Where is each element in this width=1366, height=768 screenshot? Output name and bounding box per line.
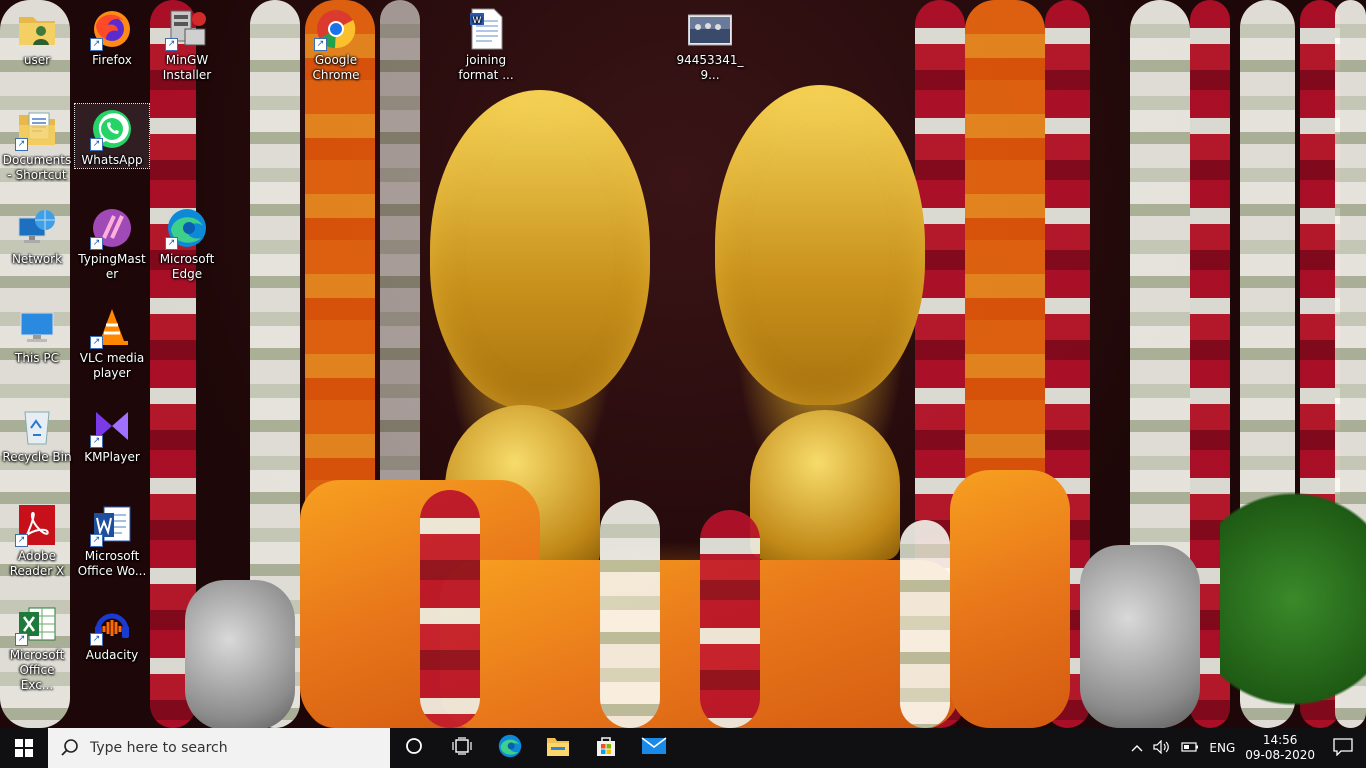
desktop-icon-label: WhatsApp xyxy=(81,153,143,167)
desktop-icon-chrome[interactable]: ↗ Google Chrome xyxy=(299,4,373,83)
desktop-icon-label: VLC media player xyxy=(79,351,145,380)
desktop-icon-user[interactable]: user xyxy=(0,4,74,68)
user-folder-icon xyxy=(15,7,59,51)
desktop-icon-label: KMPlayer xyxy=(84,450,140,464)
desktop-icon-label: Recycle Bin xyxy=(2,450,72,464)
desktop-icon-recycle-bin[interactable]: Recycle Bin xyxy=(0,401,74,465)
kmplayer-icon: ↗ xyxy=(90,404,134,448)
taskbar-store-button[interactable] xyxy=(582,728,630,768)
svg-text:W: W xyxy=(473,16,482,26)
desktop-icon-vlc[interactable]: ↗ VLC media player xyxy=(75,302,149,381)
desktop-icon-network[interactable]: Network xyxy=(0,203,74,267)
word-icon: ↗ xyxy=(90,503,134,547)
desktop-icon-label: Microsoft Office Wo... xyxy=(77,549,147,578)
chevron-up-icon xyxy=(1131,741,1143,755)
desktop-wallpaper xyxy=(0,0,1366,728)
battery-button[interactable] xyxy=(1176,728,1204,768)
desktop-icon-image-file[interactable]: 94453341_9... xyxy=(673,4,747,83)
clock-date: 09-08-2020 xyxy=(1245,748,1315,762)
desktop-icon-label: This PC xyxy=(15,351,59,365)
battery-icon xyxy=(1181,741,1199,756)
desktop-icon-this-pc[interactable]: This PC xyxy=(0,302,74,366)
desktop-icon-kmplayer[interactable]: ↗ KMPlayer xyxy=(75,401,149,465)
clock[interactable]: 14:56 09-08-2020 xyxy=(1240,728,1320,768)
language-label: ENG xyxy=(1209,741,1236,755)
network-icon xyxy=(15,206,59,250)
firefox-icon: ↗ xyxy=(90,7,134,51)
desktop-icon-firefox[interactable]: ↗ Firefox xyxy=(75,4,149,68)
recycle-bin-icon xyxy=(15,404,59,448)
search-icon xyxy=(60,738,80,758)
mail-icon xyxy=(641,736,667,760)
typingmaster-icon: ↗ xyxy=(90,206,134,250)
file-explorer-icon xyxy=(546,735,570,761)
desktop-icon-adobe-reader[interactable]: ↗ Adobe Reader X xyxy=(0,500,74,579)
notification-icon xyxy=(1333,737,1353,759)
action-center-button[interactable] xyxy=(1320,728,1366,768)
desktop-icon-mingw-installer[interactable]: ↗ MinGW Installer xyxy=(150,4,224,83)
desktop-icon-typingmaster[interactable]: ↗ TypingMaster xyxy=(75,203,149,282)
edge-icon xyxy=(497,733,523,763)
cortana-circle-icon xyxy=(405,737,423,759)
desktop-icon-label: 94453341_9... xyxy=(676,53,744,82)
desktop-icon-excel[interactable]: ↗ Microsoft Office Exc... xyxy=(0,599,74,693)
desktop-icon-label: MinGW Installer xyxy=(162,53,212,82)
volume-button[interactable] xyxy=(1148,728,1176,768)
clock-time: 14:56 xyxy=(1262,733,1298,747)
input-language-indicator[interactable]: ENG xyxy=(1204,728,1240,768)
desktop-icon-label: joining format ... xyxy=(458,53,514,82)
desktop-icon-label: TypingMaster xyxy=(78,252,146,281)
desktop-icon-label: Microsoft Edge xyxy=(159,252,215,281)
vlc-icon: ↗ xyxy=(90,305,134,349)
windows-logo-icon xyxy=(15,739,33,757)
desktop-icon-label: Google Chrome xyxy=(312,53,360,82)
search-input[interactable] xyxy=(88,739,372,757)
microsoft-store-icon xyxy=(594,734,618,762)
desktop-icon-audacity[interactable]: ↗ Audacity xyxy=(75,599,149,663)
word-document-icon: W xyxy=(464,7,508,51)
audacity-icon: ↗ xyxy=(90,602,134,646)
taskbar-mail-button[interactable] xyxy=(630,728,678,768)
start-button[interactable] xyxy=(0,728,48,768)
desktop-icon-label: Documents - Shortcut xyxy=(2,153,72,182)
desktop-icon-word[interactable]: ↗ Microsoft Office Wo... xyxy=(75,500,149,579)
desktop-icon-label: Network xyxy=(11,252,63,266)
chrome-icon: ↗ xyxy=(314,7,358,51)
system-tray: ENG 14:56 09-08-2020 xyxy=(1126,728,1366,768)
desktop-icon-edge[interactable]: ↗ Microsoft Edge xyxy=(150,203,224,282)
desktop-icon-label: Microsoft Office Exc... xyxy=(9,648,65,692)
mingw-installer-icon: ↗ xyxy=(165,7,209,51)
desktop-icon-joining-format[interactable]: W joining format ... xyxy=(449,4,523,83)
taskbar-search-box[interactable] xyxy=(48,728,390,768)
image-file-icon xyxy=(687,7,733,51)
desktop-icon-whatsapp[interactable]: ↗ WhatsApp xyxy=(74,103,150,169)
whatsapp-icon: ↗ xyxy=(90,107,134,151)
taskbar-file-explorer-button[interactable] xyxy=(534,728,582,768)
taskbar-edge-button[interactable] xyxy=(486,728,534,768)
task-view-button[interactable] xyxy=(438,728,486,768)
cortana-button[interactable] xyxy=(390,728,438,768)
desktop-icon-label: Audacity xyxy=(85,648,139,662)
desktop-icon-label: Adobe Reader X xyxy=(9,549,65,578)
desktop-icon-label: Firefox xyxy=(92,53,132,67)
taskbar: ENG 14:56 09-08-2020 xyxy=(0,728,1366,768)
task-view-icon xyxy=(452,737,472,759)
desktop-icon-documents-shortcut[interactable]: ↗ Documents - Shortcut xyxy=(0,104,74,183)
edge-icon: ↗ xyxy=(165,206,209,250)
this-pc-icon xyxy=(15,305,59,349)
documents-folder-icon: ↗ xyxy=(15,107,59,151)
desktop-icon-label: user xyxy=(23,53,51,67)
excel-icon: ↗ xyxy=(15,602,59,646)
show-hidden-icons-button[interactable] xyxy=(1126,728,1148,768)
adobe-reader-icon: ↗ xyxy=(15,503,59,547)
speaker-icon xyxy=(1153,739,1171,757)
